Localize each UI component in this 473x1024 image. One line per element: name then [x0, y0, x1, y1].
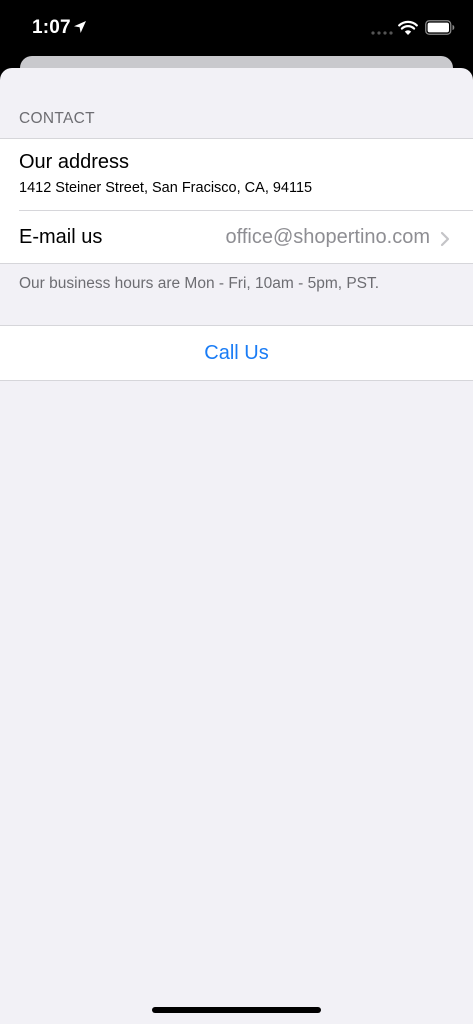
- business-hours-note: Our business hours are Mon - Fri, 10am -…: [19, 275, 380, 292]
- home-indicator[interactable]: [152, 1007, 321, 1013]
- call-us-button[interactable]: Call Us: [0, 326, 473, 380]
- address-value: 1412 Steiner Street, San Fracisco, CA, 9…: [19, 180, 313, 196]
- status-time: 1:07: [32, 17, 71, 38]
- wifi-icon: [398, 20, 418, 35]
- contact-sheet: CONTACT Our address 1412 Steiner Street,…: [0, 68, 473, 1024]
- email-value: office@shopertino.com: [225, 226, 430, 248]
- cellular-signal-icon: [371, 31, 393, 35]
- address-label: Our address: [19, 151, 130, 173]
- location-arrow-icon: [74, 21, 86, 33]
- status-bar: 1:07: [0, 0, 473, 56]
- battery-icon: [425, 20, 455, 35]
- chevron-right-icon: [440, 231, 450, 247]
- email-row[interactable]: E-mail us office@shopertino.com: [0, 211, 473, 264]
- contact-group: Our address 1412 Steiner Street, San Fra…: [0, 138, 473, 264]
- call-group: Call Us: [0, 325, 473, 381]
- section-header-contact: CONTACT: [19, 110, 95, 127]
- email-label: E-mail us: [19, 226, 103, 248]
- address-row: Our address 1412 Steiner Street, San Fra…: [0, 139, 473, 210]
